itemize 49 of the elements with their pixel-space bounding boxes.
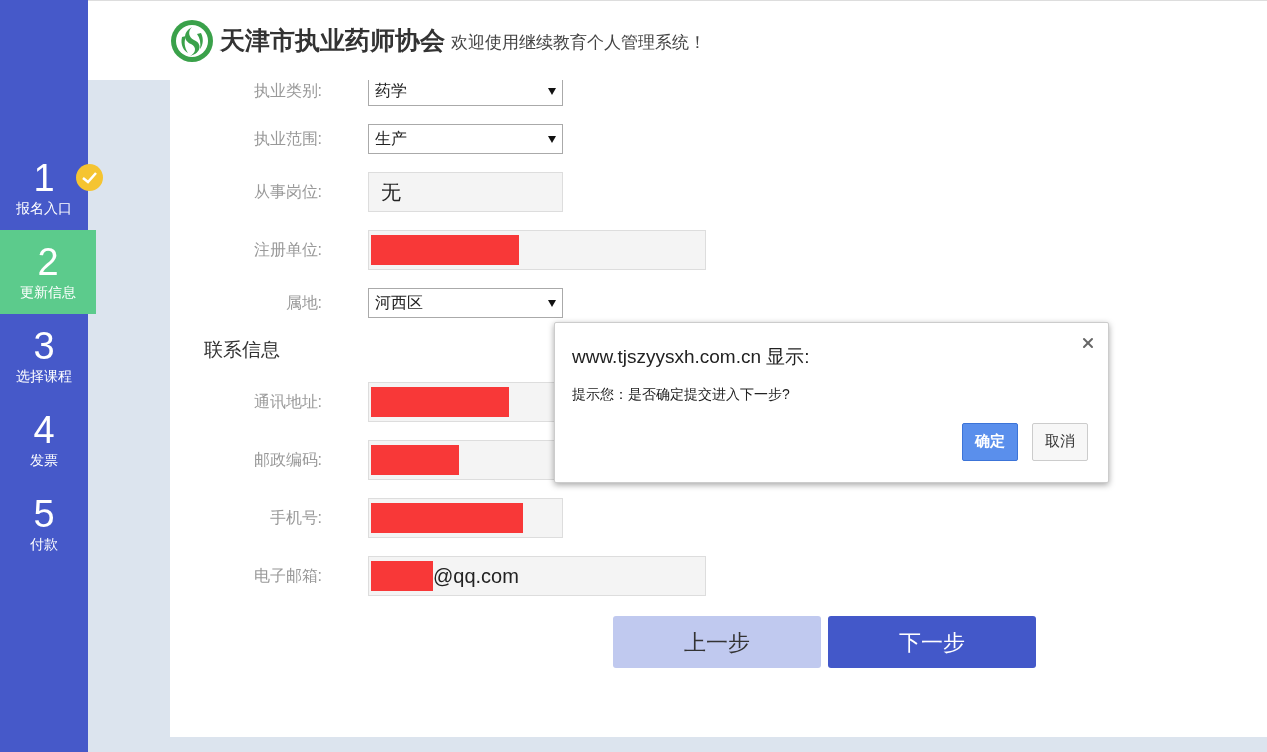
step-number: 2 [36, 241, 60, 282]
select-field[interactable]: 河西区 [368, 288, 563, 318]
field-label: 通讯地址: [252, 392, 322, 412]
select-value: 河西区 [375, 293, 423, 313]
step-item[interactable]: 5 付款 [0, 482, 88, 566]
input-field[interactable]: @qq.com [368, 556, 706, 596]
field-label: 邮政编码: [252, 450, 322, 470]
step-label: 发票 [29, 450, 59, 470]
org-name: 天津市执业药师协会 [220, 24, 445, 56]
step-number: 3 [32, 325, 56, 366]
step-item[interactable]: 3 选择课程 [0, 314, 88, 398]
dialog-message: 提示您：是否确定提交进入下一步? [572, 384, 791, 404]
field-label: 注册单位: [252, 240, 322, 260]
welcome-text: 欢迎使用继续教育个人管理系统！ [451, 31, 706, 54]
step-label: 选择课程 [15, 366, 73, 386]
cancel-button[interactable]: 取消 [1032, 422, 1088, 461]
next-button[interactable]: 下一步 [828, 616, 1036, 668]
select-value: 药学 [375, 81, 407, 101]
field-label: 执业类别: [252, 81, 322, 101]
field-value: @qq.com [433, 564, 519, 589]
step-number: 1 [32, 157, 56, 198]
step-label: 更新信息 [19, 282, 77, 302]
step-label: 付款 [29, 534, 59, 554]
field-label: 电子邮箱: [252, 566, 322, 586]
field-value: 无 [380, 180, 401, 205]
dropdown-arrow-icon [548, 299, 556, 307]
section-heading: 联系信息 [204, 337, 280, 362]
input-field[interactable]: 无 [368, 172, 563, 212]
field-label: 执业范围: [252, 129, 322, 149]
redaction-mark [371, 561, 433, 591]
field-label: 属地: [284, 293, 322, 313]
input-field[interactable] [368, 498, 563, 538]
step-number: 5 [32, 493, 56, 534]
logo-icon [170, 18, 214, 63]
close-icon[interactable] [1080, 335, 1096, 351]
select-value: 生产 [375, 129, 407, 149]
field-label: 手机号: [268, 508, 322, 528]
select-field[interactable]: 药学 [368, 80, 563, 106]
select-field[interactable]: 生产 [368, 124, 563, 154]
dialog-title: www.tjszyysxh.com.cn 显示: [572, 345, 811, 369]
step-item[interactable]: 1 报名入口 [0, 146, 88, 230]
field-label: 从事岗位: [252, 182, 322, 202]
dropdown-arrow-icon [548, 87, 556, 95]
step-item[interactable]: 4 发票 [0, 398, 88, 482]
input-field[interactable] [368, 230, 706, 270]
back-button[interactable]: 上一步 [613, 616, 821, 668]
step-number: 4 [32, 409, 56, 450]
step-label: 报名入口 [15, 198, 73, 218]
dropdown-arrow-icon [548, 135, 556, 143]
